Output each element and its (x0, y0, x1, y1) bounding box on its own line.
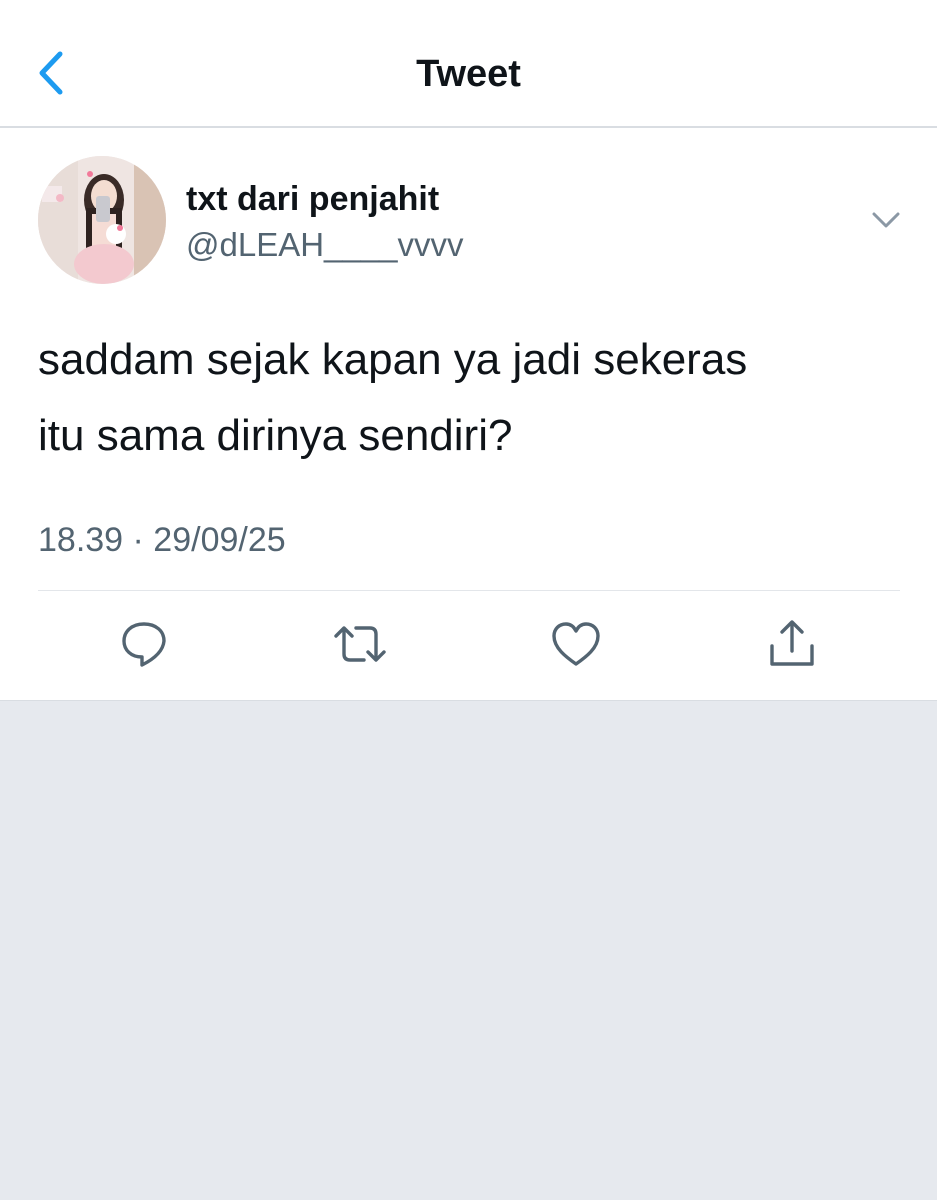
like-button[interactable] (546, 614, 606, 674)
top-navigation-bar: Tweet (0, 0, 937, 128)
page-title: Tweet (416, 53, 521, 95)
reply-icon (122, 622, 166, 667)
retweet-button[interactable] (330, 614, 390, 674)
reply-button[interactable] (114, 614, 174, 674)
author-handle[interactable]: @dLEAH____vvvv (186, 224, 463, 266)
more-options-button[interactable] (860, 200, 912, 240)
share-button[interactable] (762, 614, 822, 674)
avatar[interactable] (38, 156, 166, 284)
tweet-card: txt dari penjahit @dLEAH____vvvv saddam … (0, 128, 937, 701)
chevron-down-icon (872, 212, 900, 228)
like-icon (552, 622, 600, 666)
divider (38, 590, 900, 591)
tweet-text: saddam sejak kapan ya jadi sekeras itu s… (38, 335, 748, 460)
share-icon (770, 620, 814, 666)
retweet-icon (334, 626, 386, 662)
author-display-name[interactable]: txt dari penjahit (186, 178, 439, 220)
avatar-photo (38, 156, 166, 284)
tweet-timestamp[interactable]: 18.39 · 29/09/25 (38, 518, 286, 562)
